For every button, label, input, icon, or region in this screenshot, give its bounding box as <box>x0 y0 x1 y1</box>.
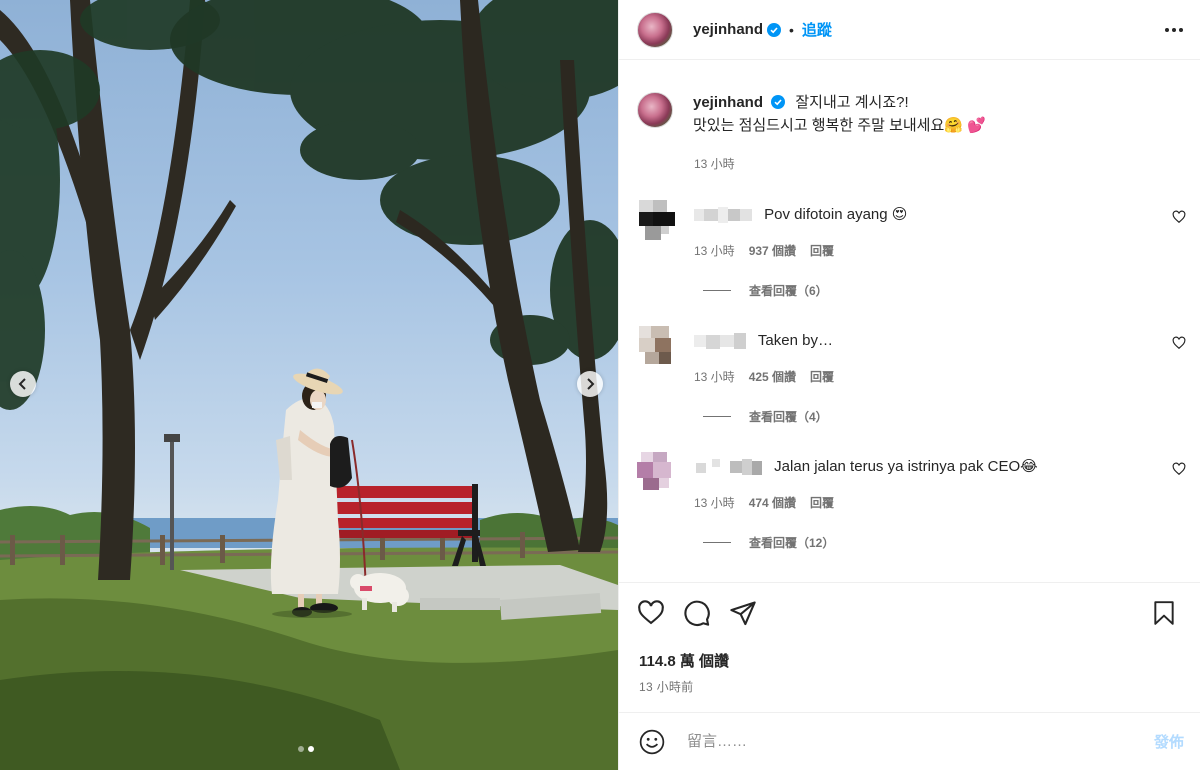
author-username[interactable]: yejinhand <box>693 21 763 38</box>
replies-line <box>703 416 731 417</box>
commenter-username-blurred[interactable] <box>694 204 754 226</box>
view-replies-button[interactable]: 查看回覆（12） <box>703 534 834 551</box>
commenter-avatar[interactable] <box>631 446 679 494</box>
view-replies-label: 查看回覆（6） <box>749 284 828 298</box>
post-photo <box>0 0 618 770</box>
caption-line-2: 맛있는 점심드시고 행복한 주말 보내세요🤗 💕 <box>693 117 986 134</box>
caption: yejinhand 잘지내고 계시죠?! 맛있는 점심드시고 행복한 주말 보내… <box>637 92 986 136</box>
commenter-avatar[interactable] <box>631 320 679 368</box>
more-options-icon[interactable] <box>1164 27 1184 33</box>
follow-button[interactable]: 追蹤 <box>802 19 832 40</box>
carousel-indicator <box>298 746 314 752</box>
commenter-avatar[interactable] <box>631 194 679 242</box>
emoji-icon[interactable] <box>639 729 665 755</box>
carousel-prev-button[interactable] <box>10 371 36 397</box>
separator-dot: • <box>789 21 794 38</box>
carousel-dot <box>298 746 304 752</box>
comment-input[interactable] <box>685 732 1109 751</box>
comment-meta: 13 小時 474 個讚 回覆 <box>694 494 834 511</box>
comment-likes[interactable]: 474 個讚 <box>749 494 796 511</box>
verified-badge-icon <box>771 94 786 115</box>
comment-like-icon[interactable] <box>1172 210 1186 229</box>
comment-time: 13 小時 <box>694 244 735 258</box>
post-actions: 114.8 萬 個讚 13 小時前 <box>619 582 1200 694</box>
share-icon[interactable] <box>729 599 757 627</box>
comment-time: 13 小時 <box>694 496 735 510</box>
comment-text: Taken by… <box>757 331 833 349</box>
caption-time: 13 小時 <box>694 157 735 171</box>
comment-meta: 13 小時 937 個讚 回覆 <box>694 242 834 259</box>
post-header: yejinhand • 追蹤 <box>619 0 1200 60</box>
comment-likes[interactable]: 425 個讚 <box>749 368 796 385</box>
heart-icon[interactable] <box>637 599 665 627</box>
bookmark-icon[interactable] <box>1151 600 1177 631</box>
verified-badge-icon <box>767 22 782 37</box>
comment-icon[interactable] <box>683 599 711 627</box>
comment-likes[interactable]: 937 個讚 <box>749 242 796 259</box>
replies-line <box>703 542 731 543</box>
comment-body: Pov difotoin ayang 😍 <box>694 204 907 226</box>
reply-button[interactable]: 回覆 <box>810 368 834 385</box>
comment-text: Jalan jalan terus ya istrinya pak CEO😂 <box>774 457 1038 475</box>
comment-body: Taken by… <box>694 330 833 352</box>
replies-line <box>703 290 731 291</box>
reply-button[interactable]: 回覆 <box>810 494 834 511</box>
post-comment-button[interactable]: 發佈 <box>1154 731 1184 752</box>
caption-line-1: 잘지내고 계시죠?! <box>795 94 909 111</box>
carousel-next-button[interactable] <box>577 371 603 397</box>
comment-like-icon[interactable] <box>1172 462 1186 481</box>
view-replies-button[interactable]: 查看回覆（4） <box>703 408 828 425</box>
comment-like-icon[interactable] <box>1172 336 1186 355</box>
chevron-left-icon <box>18 378 26 390</box>
comment-meta: 13 小時 425 個讚 回覆 <box>694 368 834 385</box>
caption-author-avatar[interactable] <box>637 92 673 128</box>
author-avatar[interactable] <box>637 11 673 48</box>
comment-time: 13 小時 <box>694 370 735 384</box>
caption-author-username[interactable]: yejinhand <box>693 94 763 111</box>
commenter-username-blurred[interactable] <box>694 330 748 352</box>
post-time[interactable]: 13 小時前 <box>639 678 693 695</box>
photo-scene <box>0 0 618 770</box>
carousel-dot-active <box>308 746 314 752</box>
post-side-panel: yejinhand • 追蹤 yejinhand 잘지내고 계시죠?! 맛있는 … <box>618 0 1200 770</box>
caption-meta: 13 小時 <box>694 155 735 172</box>
commenter-username-blurred[interactable] <box>694 456 764 478</box>
post-dialog: yejinhand • 追蹤 yejinhand 잘지내고 계시죠?! 맛있는 … <box>0 0 1200 770</box>
comment-text: Pov difotoin ayang 😍 <box>764 205 908 223</box>
view-replies-button[interactable]: 查看回覆（6） <box>703 282 828 299</box>
action-icons <box>637 599 757 627</box>
view-replies-label: 查看回覆（4） <box>749 410 828 424</box>
view-replies-label: 查看回覆（12） <box>749 536 835 550</box>
reply-button[interactable]: 回覆 <box>810 242 834 259</box>
caption-text: yejinhand 잘지내고 계시죠?! 맛있는 점심드시고 행복한 주말 보내… <box>693 92 986 136</box>
comment-item: Jalan jalan terus ya istrinya pak CEO😂 1… <box>619 446 1200 570</box>
comment-item: Pov difotoin ayang 😍 13 小時 937 個讚 回覆 查看回… <box>619 194 1200 318</box>
comments-list[interactable]: yejinhand 잘지내고 계시죠?! 맛있는 점심드시고 행복한 주말 보내… <box>619 60 1200 582</box>
likes-count[interactable]: 114.8 萬 個讚 <box>639 650 729 671</box>
comment-composer: 發佈 <box>619 712 1200 770</box>
chevron-right-icon <box>587 378 595 390</box>
comment-body: Jalan jalan terus ya istrinya pak CEO😂 <box>694 456 1038 478</box>
comment-item: Taken by… 13 小時 425 個讚 回覆 查看回覆（4） <box>619 320 1200 444</box>
